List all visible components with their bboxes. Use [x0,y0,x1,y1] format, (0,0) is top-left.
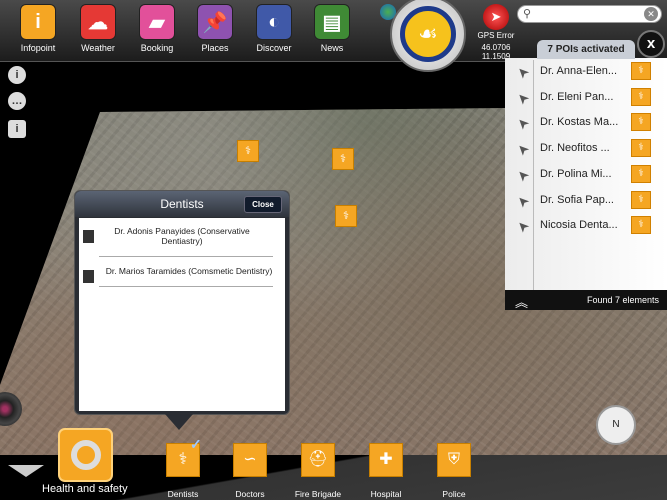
comment-icon[interactable]: … [8,92,26,110]
app-booking[interactable]: ▰ Booking [137,4,177,53]
poi-list-item[interactable]: ➤ Dr. Kostas Ma... ⚕ [505,111,667,136]
close-panel-button[interactable]: x [637,30,665,58]
stethoscope-icon: ∽ [233,443,267,477]
dentist-icon: ⚕ [631,139,651,158]
info-icon[interactable]: i [8,66,26,84]
booking-icon: ▰ [139,4,175,40]
category-fire-brigade[interactable]: ⛑ Fire Brigade [295,443,341,499]
bookmark-icon [83,230,94,243]
map-poi-dentist[interactable]: ⚕ [332,148,354,170]
close-button[interactable]: Close [244,196,282,213]
poi-list-item[interactable]: ➤ Dr. Sofia Pap... ⚕ [505,189,667,214]
app-places[interactable]: 📌 Places [195,4,235,53]
search-icon: ⚲ [523,8,532,20]
navigate-arrow-icon[interactable]: ➤ [513,217,533,237]
search-input[interactable]: ⚲ ✕ [517,5,662,23]
weather-icon: ☁ [80,4,116,40]
lifebuoy-icon [70,440,101,470]
dentist-icon: ⚕ [631,62,651,80]
poi-list-item[interactable]: ➤ Dr. Eleni Pan... ⚕ [505,86,667,111]
bookmark-icon [83,270,94,283]
poi-panel-footer: ︽ Found 7 elements [505,290,667,310]
list-item[interactable]: Dr. Marios Taramides (Comsmetic Dentistr… [79,266,285,283]
app-infopoint[interactable]: i Infopoint [18,4,58,53]
navigate-arrow-icon[interactable]: ➤ [513,114,533,134]
gps-error-icon: ➤ [483,4,509,30]
navigate-arrow-icon[interactable]: ➤ [513,62,533,83]
map-poi-dentist[interactable]: ⚕ [237,140,259,162]
poi-count-header: 7 POIs activated [537,40,635,59]
dentist-icon: ⚕ [631,164,651,183]
app-news[interactable]: ▤ News [312,4,352,53]
poi-list-item[interactable]: ➤ Nicosia Denta... ⚕ [505,214,667,239]
navigate-arrow-icon[interactable]: ➤ [513,165,533,186]
navigate-arrow-icon[interactable]: ➤ [513,88,533,109]
divider [99,286,273,287]
pushpin-icon: 📌 [197,4,233,40]
poi-list-item[interactable]: ➤ Dr. Anna-Elen... ⚕ [505,60,667,85]
compass-icon[interactable]: N [596,405,636,445]
police-shield-icon: ⛨ [437,443,471,477]
dentist-icon: ⚕ [631,216,651,235]
details-icon[interactable]: i [8,120,26,138]
navigate-arrow-icon[interactable]: ➤ [513,139,533,160]
category-police[interactable]: ⛨ Police [434,443,474,499]
category-group-label: Health and safety [42,483,128,495]
dentist-icon: ⚕ [631,190,651,209]
collapse-down-icon[interactable] [8,465,44,477]
expand-up-icon[interactable]: ︽ [515,292,528,311]
dentists-popup: Dentists Close Dr. Adonis Panayides (Con… [74,190,290,415]
popup-pointer [165,414,193,430]
dentist-icon: ⚕ [631,87,651,106]
health-safety-button[interactable] [58,428,113,482]
hospital-icon: ✚ [369,443,403,477]
poi-list-item[interactable]: ➤ Dr. Neofitos ... ⚕ [505,137,667,162]
info-icon: i [20,4,56,40]
dentist-icon: ⚕ [631,113,651,132]
fire-helmet-icon: ⛑ [301,443,335,477]
news-icon: ▤ [314,4,350,40]
navigate-arrow-icon[interactable]: ➤ [513,191,533,212]
app-discover[interactable]: ◐ Discover [254,4,294,53]
clear-search-icon[interactable]: ✕ [644,7,658,21]
poi-list-item[interactable]: ➤ Dr. Polina Mi... ⚕ [505,163,667,188]
category-hospital[interactable]: ✚ Hospital [366,443,406,499]
gps-status[interactable]: ➤ GPS Error 46.0706 11.1509 [476,4,516,61]
list-item[interactable]: Dr. Adonis Panayides (Conservative Denti… [79,226,285,246]
app-weather[interactable]: ☁ Weather [78,4,118,53]
map-poi-dentist[interactable]: ⚕ [335,205,357,227]
selected-check-icon: ✓ [190,436,202,452]
category-doctors[interactable]: ∽ Doctors [230,443,270,499]
divider [99,256,273,257]
discover-icon: ◐ [256,4,292,40]
